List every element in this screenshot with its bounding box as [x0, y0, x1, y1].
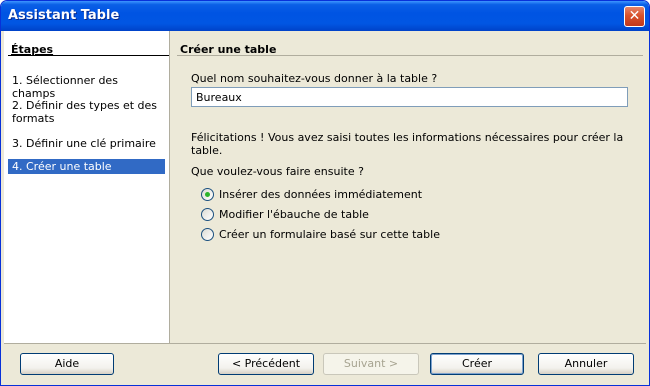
step-create-table[interactable]: 4. Créer une table: [8, 159, 165, 174]
step-select-fields[interactable]: 1. Sélectionner des champs: [8, 73, 165, 101]
step-define-types[interactable]: 2. Définir des types et des formats: [8, 98, 165, 126]
button-bar-divider: [4, 343, 646, 344]
radio-button[interactable]: [201, 208, 214, 221]
cancel-button[interactable]: Annuler: [538, 353, 634, 375]
dialog-body: Étapes 1. Sélectionner des champs 2. Déf…: [4, 31, 646, 343]
steps-sidebar: Étapes 1. Sélectionner des champs 2. Déf…: [4, 31, 170, 343]
help-button[interactable]: Aide: [20, 353, 114, 375]
option-insert-data[interactable]: Insérer des données immédiatement: [201, 187, 422, 202]
wizard-page: Créer une table Quel nom souhaitez-vous …: [177, 31, 643, 343]
option-insert-data-label: Insérer des données immédiatement: [219, 188, 423, 201]
option-modify-design[interactable]: Modifier l'ébauche de table: [201, 207, 369, 222]
option-create-form-label: Créer un formulaire basé sur cette table: [219, 228, 440, 241]
radio-button[interactable]: [201, 228, 214, 241]
table-name-label: Quel nom souhaitez-vous donner à la tabl…: [191, 72, 438, 85]
create-button[interactable]: Créer: [430, 353, 524, 375]
radio-button-selected[interactable]: [201, 188, 214, 201]
congratulations-text: Félicitations ! Vous avez saisi toutes l…: [191, 131, 624, 157]
title-bar[interactable]: Assistant Table ✕: [1, 1, 649, 31]
window-title: Assistant Table: [8, 8, 120, 23]
back-button[interactable]: < Précédent: [218, 353, 314, 375]
next-action-label: Que voulez-vous faire ensuite ?: [191, 165, 364, 178]
close-icon[interactable]: ✕: [624, 6, 645, 27]
option-create-form[interactable]: Créer un formulaire basé sur cette table: [201, 227, 440, 242]
sidebar-divider: [8, 55, 169, 56]
page-title-divider: [177, 55, 643, 56]
next-button[interactable]: Suivant >: [323, 353, 419, 375]
table-name-input[interactable]: [191, 87, 628, 107]
option-modify-design-label: Modifier l'ébauche de table: [219, 208, 369, 221]
step-define-primary-key[interactable]: 3. Définir une clé primaire: [8, 136, 165, 151]
assistant-table-dialog: Assistant Table ✕ Étapes 1. Sélectionner…: [0, 0, 650, 386]
